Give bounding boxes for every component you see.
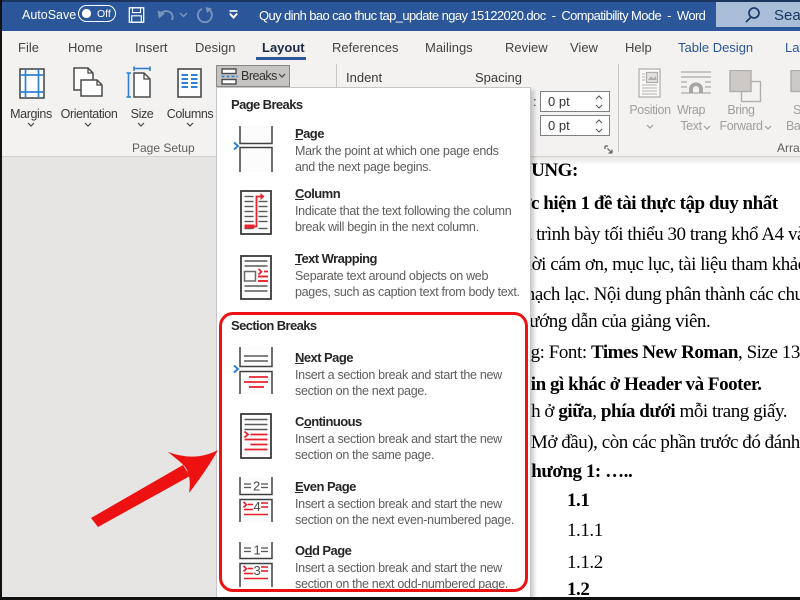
svg-text:1: 1 — [254, 543, 261, 558]
svg-text:2: 2 — [253, 479, 260, 494]
svg-text:4: 4 — [254, 499, 261, 514]
svg-text:3: 3 — [254, 563, 261, 578]
